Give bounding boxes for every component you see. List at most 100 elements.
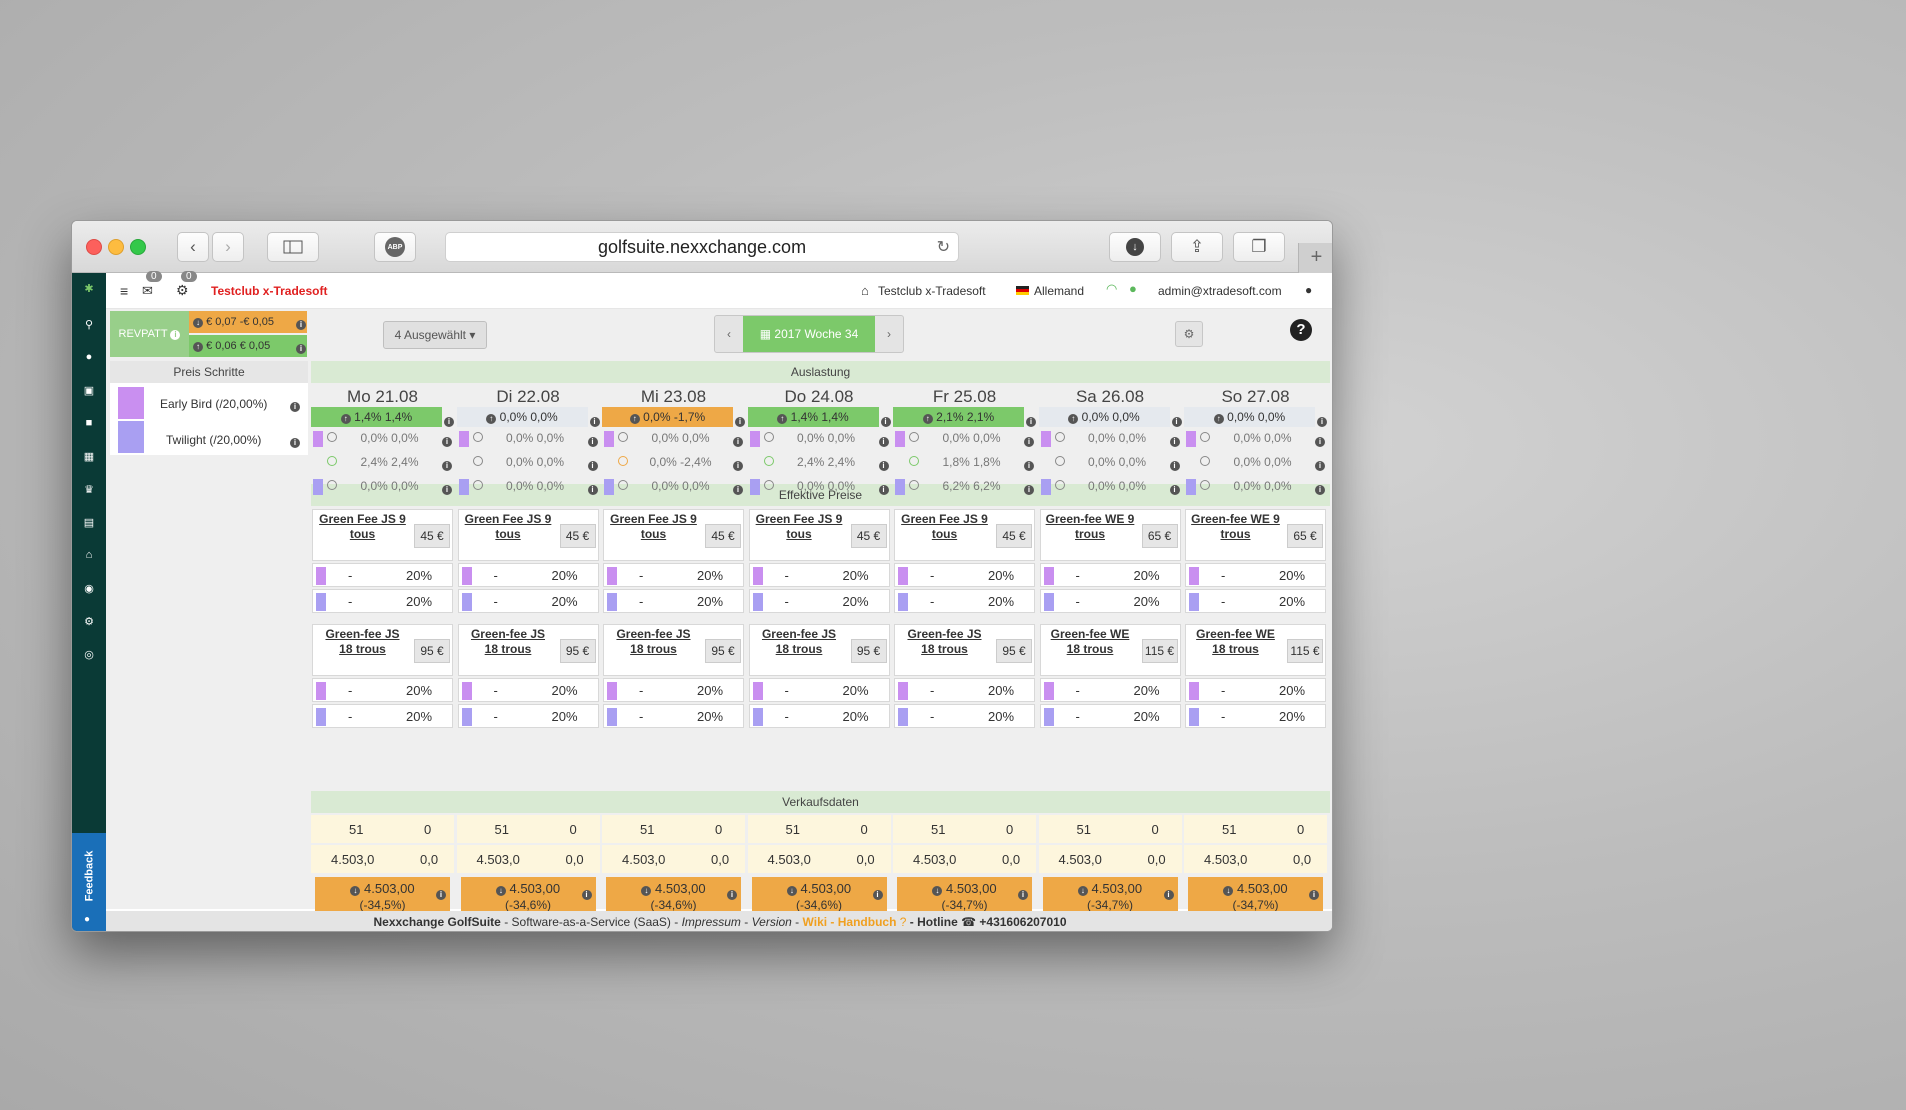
feedback-button[interactable]: Feedback ● <box>72 833 106 931</box>
info-icon[interactable]: i <box>733 433 743 447</box>
price-step-row[interactable]: - 20% <box>1039 678 1181 702</box>
price-badge[interactable]: 65 € <box>1287 524 1323 548</box>
address-bar[interactable]: golfsuite.nexxchange.com ↻ <box>445 232 959 262</box>
price-card[interactable]: Green-fee WE 18 trous 115 € <box>1185 624 1326 676</box>
downloads-button[interactable]: ↓ <box>1109 232 1161 262</box>
briefcase-icon[interactable]: ■ <box>72 412 106 434</box>
price-step-row[interactable]: - 20% <box>457 563 599 587</box>
price-badge[interactable]: 45 € <box>559 524 596 548</box>
price-step-row[interactable]: - 20% <box>312 589 453 613</box>
share-button[interactable]: ⇪ <box>1171 232 1223 262</box>
info-icon[interactable]: i <box>290 398 300 412</box>
price-step-row[interactable]: - 20% <box>603 563 744 587</box>
price-badge[interactable]: 95 € <box>996 639 1032 663</box>
next-week-button[interactable]: › <box>875 316 903 352</box>
price-step-row[interactable]: - 20% <box>1185 704 1326 728</box>
club-name[interactable]: Testclub x-Tradesoft <box>211 284 327 298</box>
info-icon[interactable]: i <box>1163 885 1174 900</box>
info-icon[interactable]: i <box>1171 413 1182 427</box>
price-step-row[interactable]: - 20% <box>894 563 1035 587</box>
impressum-link[interactable]: Impressum <box>682 915 741 929</box>
info-icon[interactable]: i <box>442 481 452 495</box>
support-icon[interactable]: ◎ <box>72 643 106 665</box>
info-icon[interactable]: i <box>587 481 598 495</box>
info-icon[interactable]: i <box>436 885 446 900</box>
main-occupancy[interactable]: ↑ 0,0% 0,0% <box>1038 407 1170 427</box>
wiki-link[interactable]: Wiki - Handbuch <box>803 915 897 929</box>
globe-icon[interactable]: ◉ <box>72 577 106 599</box>
info-icon[interactable]: i <box>296 316 306 330</box>
price-card[interactable]: Green-fee WE 9 trous 65 € <box>1039 509 1181 561</box>
price-card[interactable]: Green-fee JS 18 trous 95 € <box>894 624 1035 676</box>
price-step-row[interactable]: - 20% <box>603 678 744 702</box>
info-icon[interactable]: i <box>587 457 598 471</box>
price-badge[interactable]: 45 € <box>705 524 741 548</box>
price-badge[interactable]: 45 € <box>996 524 1032 548</box>
main-occupancy[interactable]: ↑ 0,0% 0,0% <box>456 407 588 427</box>
price-step-row[interactable]: - 20% <box>1039 563 1181 587</box>
logo-icon[interactable]: ✱ <box>72 277 106 299</box>
price-badge[interactable]: 95 € <box>850 639 887 663</box>
reload-icon[interactable]: ↻ <box>937 237 950 257</box>
info-icon[interactable]: i <box>878 457 889 471</box>
info-icon[interactable]: i <box>1024 457 1034 471</box>
info-icon[interactable]: i <box>1169 481 1180 495</box>
price-badge[interactable]: 95 € <box>559 639 596 663</box>
price-step-row[interactable]: - 20% <box>1039 589 1181 613</box>
info-icon[interactable]: i <box>1169 457 1180 471</box>
info-icon[interactable]: i <box>170 330 181 340</box>
user-email[interactable]: admin@xtradesoft.com <box>1158 284 1282 298</box>
info-icon[interactable]: i <box>442 457 452 471</box>
main-occupancy[interactable]: ↑ 0,0% 0,0% <box>1184 407 1315 427</box>
info-icon[interactable]: i <box>878 433 889 447</box>
close-window-button[interactable] <box>86 239 102 255</box>
tabs-button[interactable]: ❐ <box>1233 232 1285 262</box>
price-card[interactable]: Green Fee JS 9 tous 45 € <box>312 509 453 561</box>
price-step-row[interactable]: - 20% <box>603 589 744 613</box>
grid-icon[interactable]: ▤ <box>72 511 106 533</box>
info-icon[interactable]: i <box>1315 433 1325 447</box>
price-card[interactable]: Green Fee JS 9 tous 45 € <box>894 509 1035 561</box>
price-step-row[interactable]: - 20% <box>1185 678 1326 702</box>
info-icon[interactable]: i <box>1169 433 1180 447</box>
price-step-row[interactable]: - 20% <box>312 563 453 587</box>
price-step-row[interactable]: - 20% <box>894 589 1035 613</box>
price-card[interactable]: Green Fee JS 9 tous 45 € <box>603 509 744 561</box>
price-card[interactable]: Green Fee JS 9 tous 45 € <box>457 509 599 561</box>
trophy-icon[interactable]: ♛ <box>72 478 106 500</box>
info-icon[interactable]: i <box>733 457 743 471</box>
price-step-row[interactable]: - 20% <box>748 589 890 613</box>
search-icon[interactable]: ⚲ <box>72 313 106 335</box>
main-occupancy[interactable]: ↑ 1,4% 1,4% <box>311 407 442 427</box>
info-icon[interactable]: i <box>1018 885 1028 900</box>
price-step-row[interactable]: - 20% <box>603 704 744 728</box>
price-step-row[interactable]: - 20% <box>457 704 599 728</box>
info-icon[interactable]: i <box>296 340 306 354</box>
price-step-row[interactable]: - 20% <box>1185 563 1326 587</box>
info-icon[interactable]: i <box>290 434 300 448</box>
price-card[interactable]: Green-fee JS 18 trous 95 € <box>603 624 744 676</box>
price-card[interactable]: Green Fee JS 9 tous 45 € <box>748 509 890 561</box>
info-icon[interactable]: i <box>733 481 743 495</box>
main-occupancy[interactable]: ↑ 2,1% 2,1% <box>893 407 1024 427</box>
info-icon[interactable]: i <box>442 433 452 447</box>
club-link[interactable]: Testclub x-Tradesoft <box>878 284 986 298</box>
price-card[interactable]: Green-fee WE 18 trous 115 € <box>1039 624 1181 676</box>
help-icon[interactable]: ? <box>1290 319 1312 341</box>
info-icon[interactable]: i <box>880 413 891 427</box>
price-step-row[interactable]: - 20% <box>457 589 599 613</box>
price-card[interactable]: Green-fee JS 18 trous 95 € <box>748 624 890 676</box>
home-icon[interactable]: ⌂ <box>72 544 106 566</box>
money-icon[interactable]: ▣ <box>72 379 106 401</box>
info-icon[interactable]: i <box>589 413 600 427</box>
price-card[interactable]: Green-fee JS 18 trous 95 € <box>457 624 599 676</box>
price-step-row[interactable]: - 20% <box>894 704 1035 728</box>
minimize-window-button[interactable] <box>108 239 124 255</box>
forward-button[interactable]: › <box>212 232 244 262</box>
price-badge[interactable]: 45 € <box>414 524 450 548</box>
maximize-window-button[interactable] <box>130 239 146 255</box>
user-icon[interactable]: ● <box>72 346 106 368</box>
language-selector[interactable]: Allemand <box>1034 284 1084 298</box>
info-icon[interactable]: i <box>1315 481 1325 495</box>
price-badge[interactable]: 115 € <box>1141 639 1178 663</box>
